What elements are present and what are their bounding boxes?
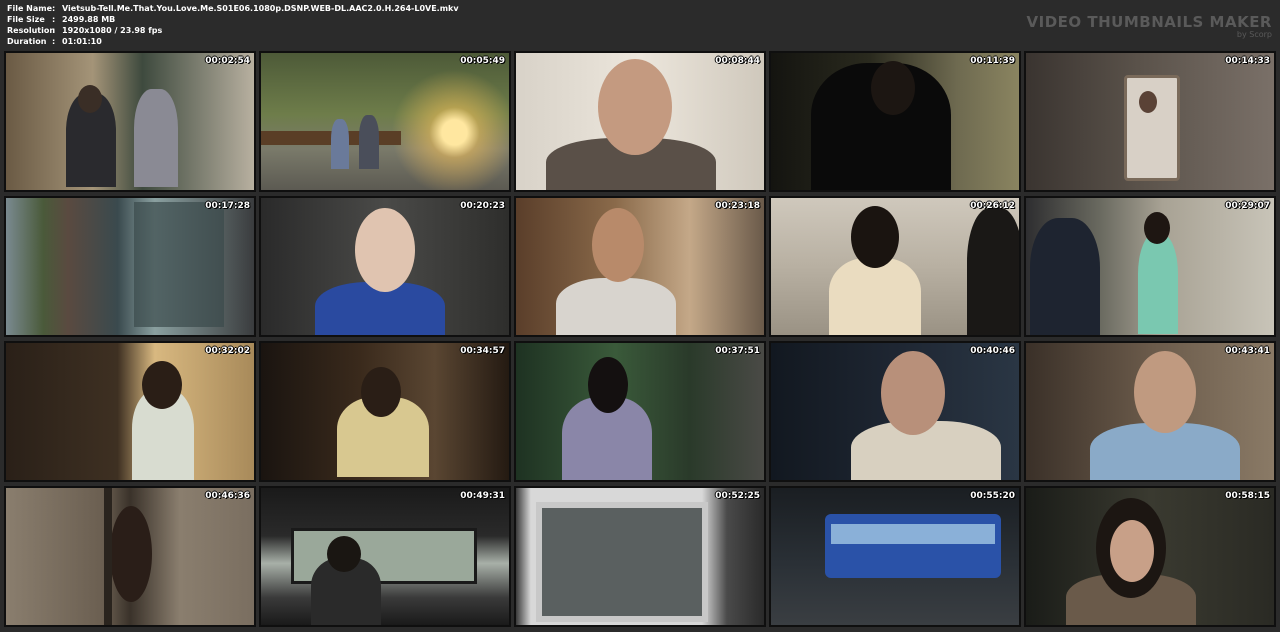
- thumbnail-woman-behind-door: 00:46:36: [4, 486, 256, 627]
- separator: :: [52, 4, 56, 13]
- thumbnail-timestamp: 00:05:49: [460, 56, 505, 66]
- thumbnail-blue-bus-night: 00:55:20: [769, 486, 1021, 627]
- duration-label: Duration: [7, 37, 47, 46]
- thumbnail-woman-night-trees: 00:37:51: [514, 341, 766, 482]
- thumbnail-image: [771, 343, 1019, 480]
- thumbnail-image: [6, 488, 254, 625]
- thumbnail-art-classroom: 00:02:54: [4, 51, 256, 192]
- thumbnail-image: [516, 53, 764, 190]
- duration-row: Duration : 01:01:10: [7, 36, 459, 47]
- file-size-value: 2499.88 MB: [62, 15, 116, 24]
- thumbnail-timestamp: 00:20:23: [460, 201, 505, 211]
- duration-value: 01:01:10: [62, 37, 102, 46]
- thumbnail-man-painting-wall: 00:11:39: [769, 51, 1021, 192]
- brand-title: VIDEO THUMBNAILS MAKER: [1026, 13, 1272, 31]
- thumbnail-timestamp: 00:52:25: [715, 491, 760, 501]
- thumbnail-timestamp: 00:02:54: [205, 56, 250, 66]
- file-name-value: Vietsub-Tell.Me.That.You.Love.Me.S01E06.…: [62, 4, 459, 13]
- thumbnail-timestamp: 00:40:46: [970, 346, 1015, 356]
- thumbnail-grid: 00:02:54 00:05:49 00:08:44 00:11:39 00:14:33…: [4, 51, 1276, 627]
- thumbnail-image: [6, 343, 254, 480]
- thumbnail-image: [261, 488, 509, 625]
- thumbnail-woman-blue-hoodie: 00:20:23: [259, 196, 511, 337]
- thumbnail-woman-cream-blouse: 00:26:12: [769, 196, 1021, 337]
- thumbnail-timestamp: 00:32:02: [205, 346, 250, 356]
- file-info-panel: File Name : Vietsub-Tell.Me.That.You.Lov…: [7, 3, 459, 47]
- resolution-row: Resolution : 1920x1080 / 23.98 fps: [7, 25, 459, 36]
- thumbnail-woman-mint-shirt: 00:29:07: [1024, 196, 1276, 337]
- thumbnail-timestamp: 00:34:57: [460, 346, 505, 356]
- thumbnail-image: [1026, 488, 1274, 625]
- thumbnail-timestamp: 00:26:12: [970, 201, 1015, 211]
- thumbnail-image: [6, 198, 254, 335]
- thumbnail-image: [1026, 343, 1274, 480]
- thumbnail-phone-video-call: 00:14:33: [1024, 51, 1276, 192]
- file-name-row: File Name : Vietsub-Tell.Me.That.You.Lov…: [7, 3, 459, 14]
- thumbnail-image: [1026, 198, 1274, 335]
- separator: :: [52, 15, 56, 24]
- resolution-value: 1920x1080 / 23.98 fps: [62, 26, 163, 35]
- thumbnail-park-bench-sunset: 00:05:49: [259, 51, 511, 192]
- thumbnail-young-man-smiling: 00:23:18: [514, 196, 766, 337]
- thumbnail-image: [516, 198, 764, 335]
- thumbnail-image: [771, 198, 1019, 335]
- thumbnail-image: [261, 343, 509, 480]
- thumbnail-image: [516, 488, 764, 625]
- thumbnail-image: [261, 53, 509, 190]
- separator: :: [52, 26, 56, 35]
- thumbnail-timestamp: 00:43:41: [1225, 346, 1270, 356]
- thumbnail-image: [261, 198, 509, 335]
- thumbnail-timestamp: 00:29:07: [1225, 201, 1270, 211]
- file-size-row: File Size : 2499.88 MB: [7, 14, 459, 25]
- thumbnail-timestamp: 00:58:15: [1225, 491, 1270, 501]
- thumbnail-image: [771, 53, 1019, 190]
- thumbnail-building-sign: 00:17:28: [4, 196, 256, 337]
- thumbnail-monitor-set: 00:52:25: [514, 486, 766, 627]
- thumbnail-image: [516, 343, 764, 480]
- thumbnail-image: [1026, 53, 1274, 190]
- thumbnail-man-closeup: 00:08:44: [514, 51, 766, 192]
- thumbnail-timestamp: 00:55:20: [970, 491, 1015, 501]
- thumbnail-man-blue-shirt: 00:43:41: [1024, 341, 1276, 482]
- thumbnail-timestamp: 00:08:44: [715, 56, 760, 66]
- file-name-label: File Name: [7, 4, 53, 13]
- resolution-label: Resolution: [7, 26, 56, 35]
- thumbnail-timestamp: 00:17:28: [205, 201, 250, 211]
- thumbnail-timestamp: 00:14:33: [1225, 56, 1270, 66]
- thumbnail-man-smiling-night: 00:40:46: [769, 341, 1021, 482]
- file-size-label: File Size: [7, 15, 45, 24]
- thumbnail-image: [771, 488, 1019, 625]
- thumbnail-image: [6, 53, 254, 190]
- thumbnail-woman-night-closeup: 00:58:15: [1024, 486, 1276, 627]
- thumbnail-timestamp: 00:23:18: [715, 201, 760, 211]
- thumbnail-timestamp: 00:46:36: [205, 491, 250, 501]
- thumbnail-timestamp: 00:49:31: [460, 491, 505, 501]
- thumbnail-timestamp: 00:37:51: [715, 346, 760, 356]
- separator: :: [52, 37, 56, 46]
- thumbnail-woman-doorway: 00:32:02: [4, 341, 256, 482]
- thumbnail-car-interior: 00:49:31: [259, 486, 511, 627]
- brand-watermark: VIDEO THUMBNAILS MAKER by Scorp: [1027, 13, 1272, 39]
- brand-subtitle: by Scorp: [1236, 30, 1272, 39]
- thumbnail-man-dark-room: 00:34:57: [259, 341, 511, 482]
- thumbnail-timestamp: 00:11:39: [970, 56, 1015, 66]
